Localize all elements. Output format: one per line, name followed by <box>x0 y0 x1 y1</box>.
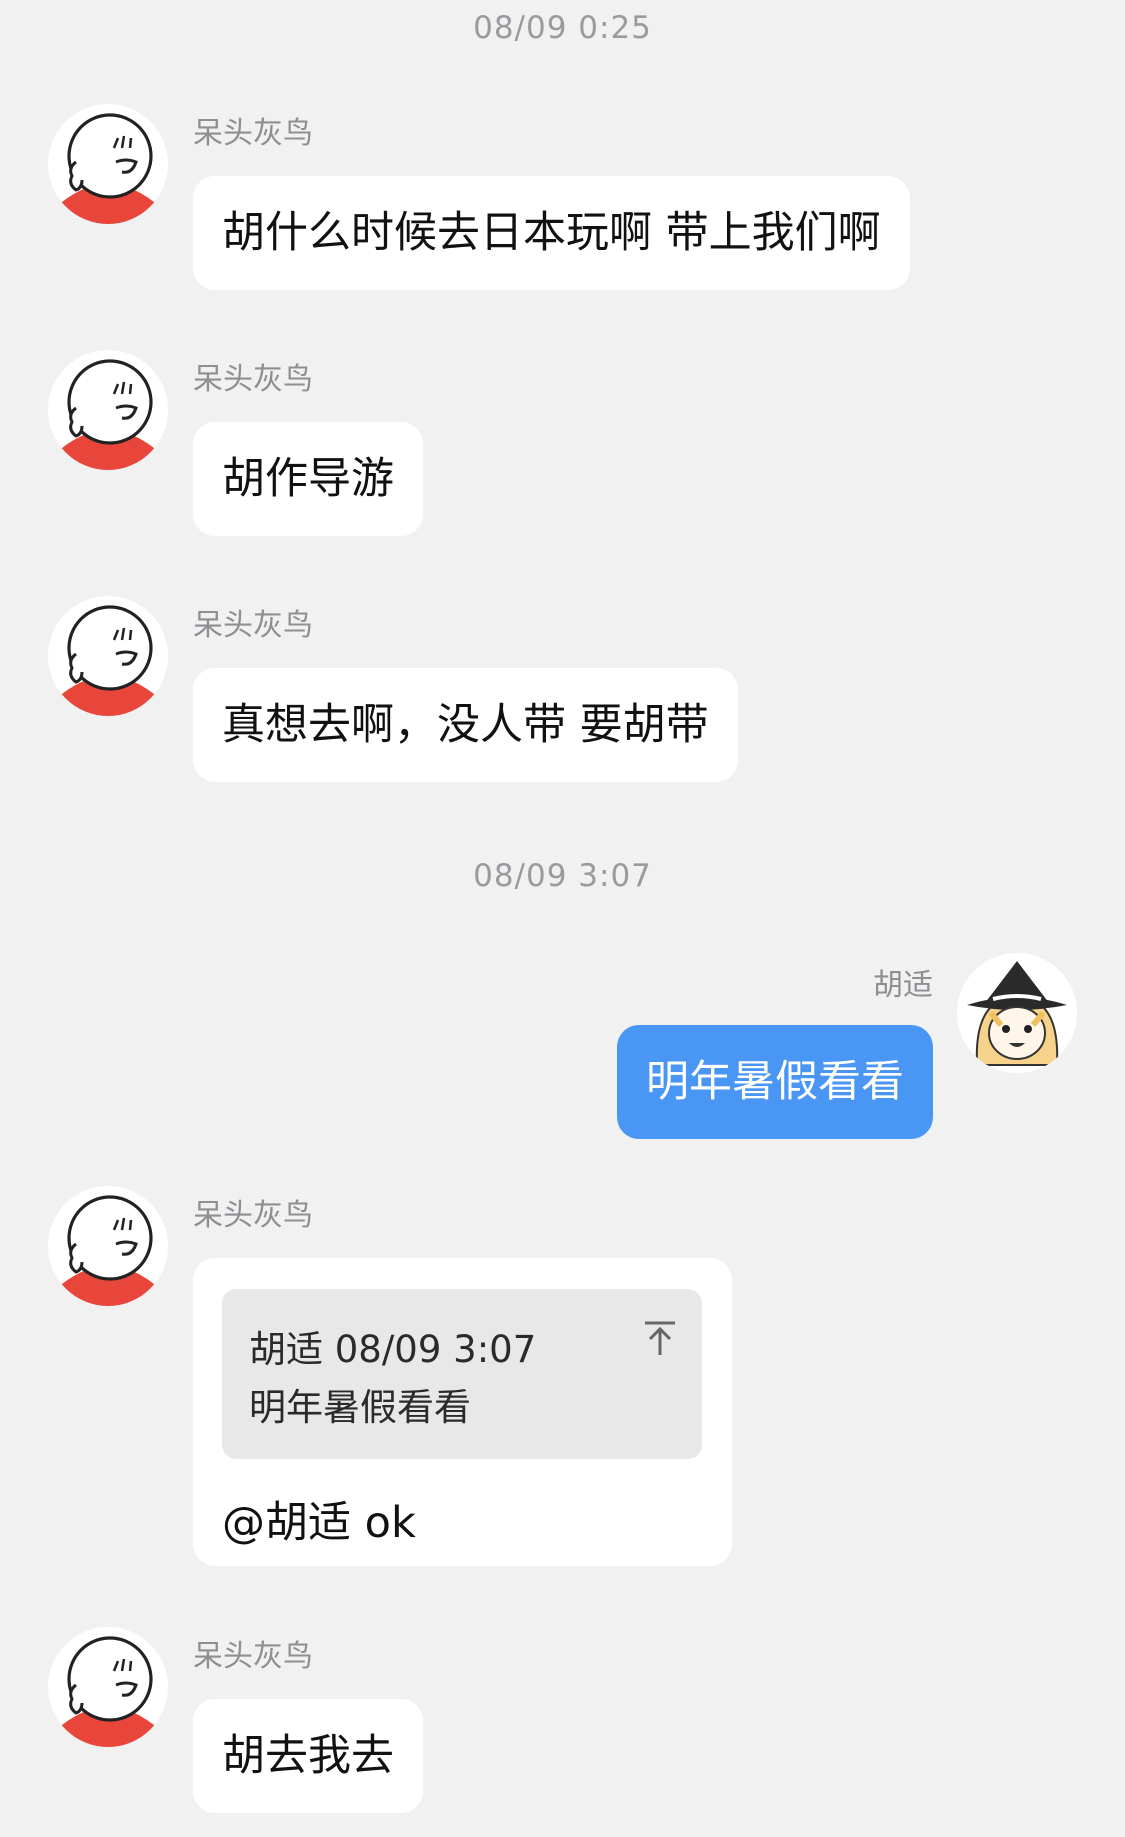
sender-name: 呆头灰鸟 <box>193 116 313 151</box>
contact-avatar[interactable] <box>48 104 168 224</box>
sender-name: 呆头灰鸟 <box>193 362 313 397</box>
message-bubble[interactable]: 胡作导游 <box>193 422 423 536</box>
contact-avatar[interactable] <box>48 596 168 716</box>
reply-text: @胡适 ok <box>222 1498 416 1548</box>
message-bubble[interactable]: 胡什么时候去日本玩啊 带上我们啊 <box>193 176 910 290</box>
contact-avatar[interactable] <box>48 350 168 470</box>
anime-witch-avatar-icon <box>957 953 1077 1073</box>
my-avatar[interactable] <box>957 953 1077 1073</box>
cartoon-face-avatar-icon <box>62 359 154 470</box>
contact-avatar[interactable] <box>48 1186 168 1306</box>
cartoon-face-avatar-icon <box>62 1636 154 1747</box>
message-bubble[interactable]: 胡去我去 <box>193 1699 423 1813</box>
sender-name: 呆头灰鸟 <box>193 1639 313 1674</box>
quote-header: 胡适 08/09 3:07 <box>249 1328 537 1371</box>
message-bubble[interactable]: 明年暑假看看 <box>617 1025 933 1139</box>
reply-message-card[interactable]: 胡适 08/09 3:07 明年暑假看看 @胡适 ok <box>193 1258 732 1566</box>
quote-text: 明年暑假看看 <box>249 1386 471 1429</box>
cartoon-face-avatar-icon <box>62 605 154 716</box>
scroll-to-top-icon[interactable] <box>642 1319 678 1359</box>
quoted-message[interactable]: 胡适 08/09 3:07 明年暑假看看 <box>222 1289 702 1459</box>
timestamp: 08/09 0:25 <box>473 10 652 46</box>
message-bubble[interactable]: 真想去啊，没人带 要胡带 <box>193 668 738 782</box>
sender-name: 呆头灰鸟 <box>193 608 313 643</box>
sender-name: 胡适 <box>873 968 933 1003</box>
cartoon-face-avatar-icon <box>62 113 154 224</box>
timestamp: 08/09 3:07 <box>473 858 652 894</box>
sender-name: 呆头灰鸟 <box>193 1198 313 1233</box>
contact-avatar[interactable] <box>48 1627 168 1747</box>
cartoon-face-avatar-icon <box>62 1195 154 1306</box>
